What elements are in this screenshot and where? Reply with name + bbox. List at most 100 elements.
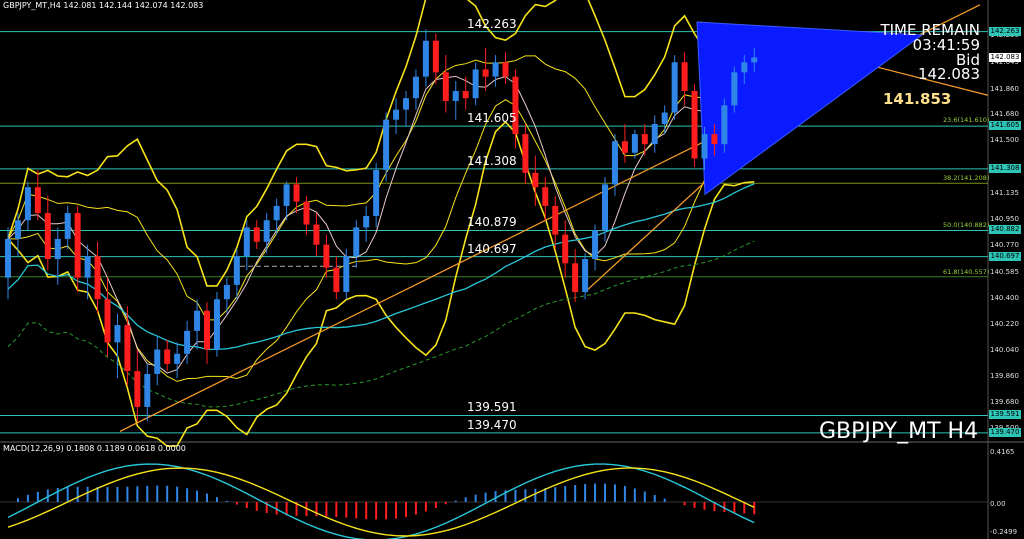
candle-body — [64, 213, 71, 239]
macd-axis-zero: 0.00 — [990, 500, 1006, 508]
level-label: 141.605 — [467, 111, 517, 126]
candle-body — [482, 69, 489, 77]
macd-bar — [733, 502, 736, 513]
macd-bar — [474, 494, 477, 502]
price-axis-label: 140.220 — [990, 320, 1019, 329]
macd-bar — [703, 502, 706, 510]
macd-bar — [454, 500, 457, 502]
macd-axis-bottom: -0.2499 — [990, 528, 1018, 536]
candle-body — [522, 134, 529, 173]
candle-body — [323, 244, 330, 268]
candle-body — [233, 256, 240, 285]
candle-body — [532, 172, 539, 188]
candle-body — [243, 227, 250, 257]
price-chart[interactable] — [0, 0, 1024, 539]
macd-bar — [225, 500, 228, 502]
candle-body — [124, 325, 131, 372]
macd-bar — [534, 488, 537, 502]
macd-bar — [355, 502, 358, 519]
price-axis-label: 141.860 — [990, 84, 1019, 93]
macd-bar — [166, 485, 169, 502]
candle-body — [253, 227, 260, 242]
price-tag: 142.263 — [989, 26, 1021, 36]
macd-bar — [255, 502, 258, 511]
band-upper-inner — [7, 55, 755, 321]
candle-body — [422, 40, 429, 77]
macd-bar — [385, 502, 388, 520]
level-label: 139.591 — [467, 400, 517, 415]
candle-body — [263, 220, 270, 242]
macd-bar — [126, 486, 129, 502]
candle-body — [602, 184, 608, 231]
level-label: 140.697 — [467, 241, 517, 256]
macd-bar — [623, 486, 626, 502]
macd-bar — [424, 502, 427, 512]
macd-bar — [136, 486, 139, 502]
macd-bar — [365, 502, 368, 520]
macd-bar — [653, 494, 656, 502]
ma-green-dashed — [7, 240, 755, 408]
fib-label: 61.8(140.557) — [943, 267, 990, 276]
macd-bar — [514, 489, 517, 502]
macd-bar — [345, 502, 348, 518]
candle-body — [731, 72, 738, 106]
fib-label: 50.0(140.882) — [943, 221, 990, 230]
candle-body — [283, 184, 290, 206]
candle-body — [194, 310, 201, 331]
candle-body — [293, 184, 300, 202]
macd-bar — [693, 502, 696, 508]
candle-body — [631, 134, 638, 153]
macd-bar — [484, 492, 487, 502]
candle-body — [333, 267, 340, 293]
price-axis-label: 141.680 — [990, 110, 1019, 119]
macd-bar — [414, 502, 417, 515]
candle-body — [462, 90, 469, 99]
macd-bar — [106, 487, 109, 502]
candle-body — [681, 62, 688, 91]
macd-bar — [444, 502, 447, 505]
candle-body — [213, 299, 220, 350]
candle-body — [204, 310, 210, 350]
price-tag: 141.308 — [989, 163, 1021, 173]
price-axis-label: 140.770 — [990, 241, 1019, 250]
price-axis-label: 140.400 — [990, 294, 1019, 303]
candle-body — [452, 90, 459, 102]
macd-bar — [245, 502, 248, 508]
candle-body — [442, 72, 449, 102]
candle-body — [651, 124, 658, 145]
macd-bar — [186, 488, 189, 502]
macd-bar — [594, 483, 597, 502]
macd-bar — [405, 502, 407, 517]
macd-bar — [643, 491, 646, 502]
candle-body — [313, 224, 320, 245]
candle-body — [661, 112, 668, 125]
level-label: 140.879 — [467, 215, 517, 230]
macd-bar — [86, 486, 89, 502]
macd-bar — [554, 487, 557, 502]
price-axis-label: 139.860 — [990, 371, 1019, 380]
macd-bar — [16, 498, 19, 502]
candle-body — [223, 284, 230, 300]
candle-body — [582, 259, 589, 293]
candle-body — [184, 330, 191, 354]
macd-bar — [116, 487, 119, 502]
candle-body — [54, 238, 61, 260]
macd-bar — [613, 484, 616, 502]
ma-cyan — [7, 183, 755, 351]
candle-body — [611, 141, 618, 185]
candle-body — [174, 353, 181, 364]
highlight-price: 141.853 — [883, 90, 952, 108]
price-tag: 142.083 — [989, 52, 1021, 62]
candle-body — [114, 325, 121, 343]
level-label: 141.308 — [467, 153, 517, 168]
macd-bar — [584, 484, 587, 502]
candle-body — [353, 227, 360, 257]
candle-body — [691, 90, 698, 159]
candle-body — [273, 205, 280, 221]
candle-body — [751, 57, 758, 63]
candle-body — [502, 62, 509, 77]
candle-body — [621, 141, 628, 153]
price-axis-label: 141.135 — [990, 188, 1019, 197]
candle-body — [303, 201, 310, 225]
macd-bar — [66, 487, 69, 502]
